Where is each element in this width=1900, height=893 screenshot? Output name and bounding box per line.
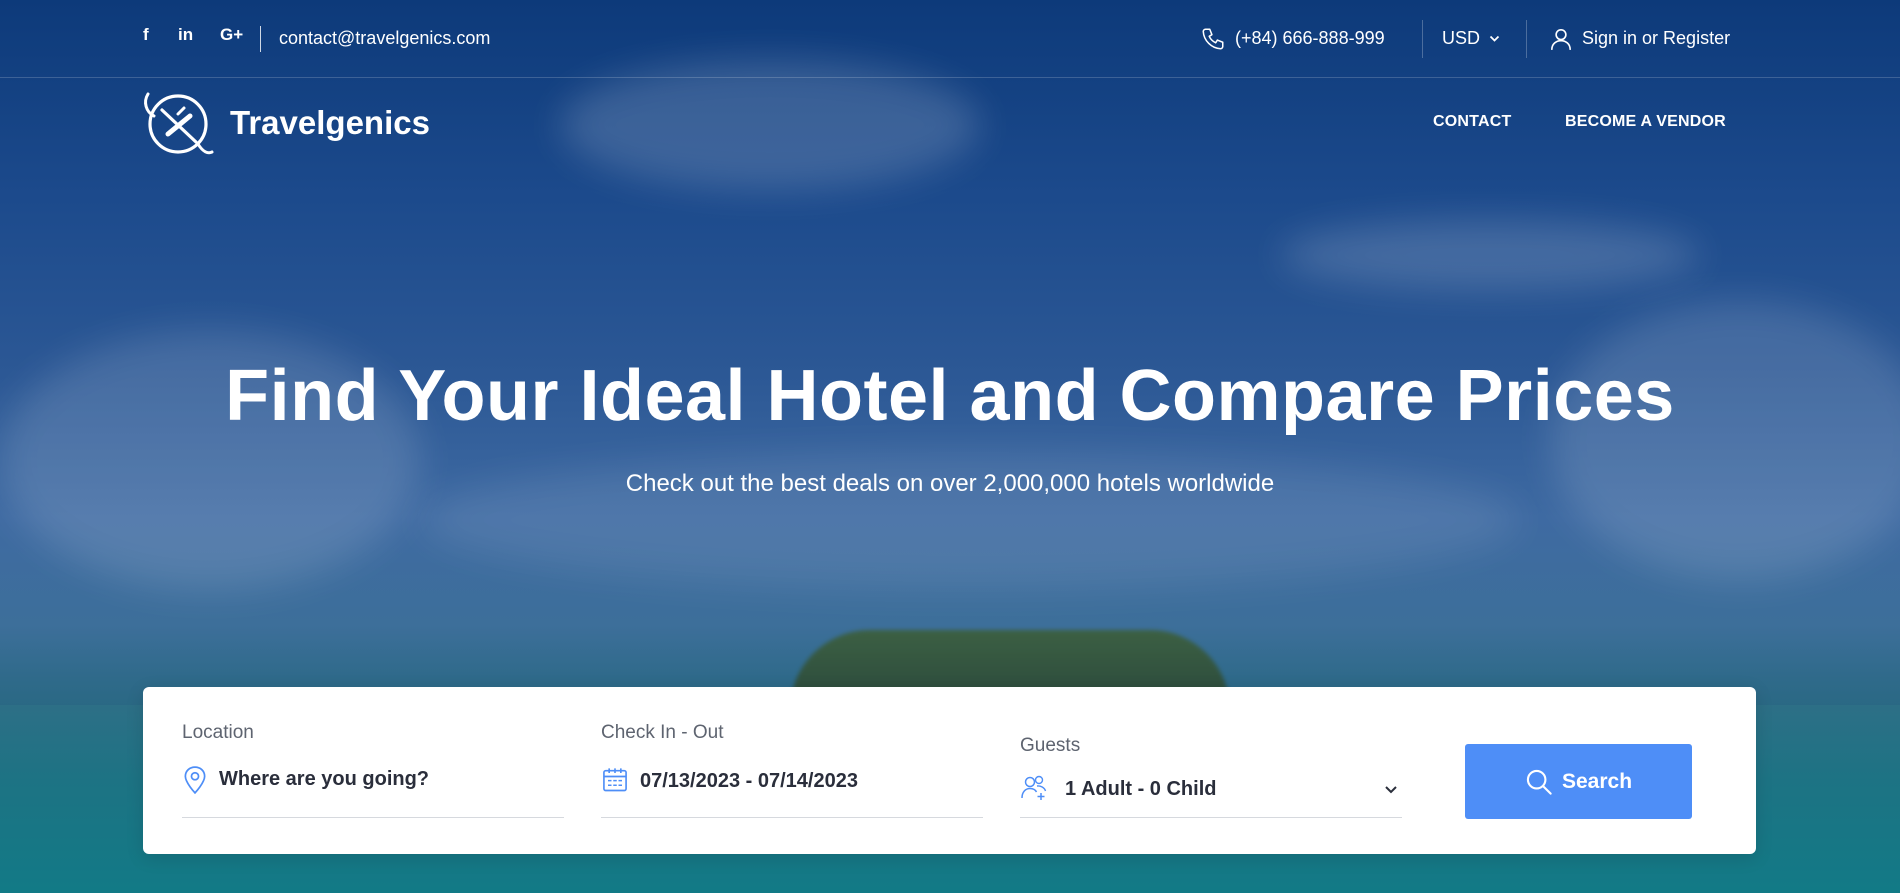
location-label: Location [182, 722, 254, 743]
chevron-down-icon [1489, 35, 1500, 42]
search-icon [1526, 769, 1552, 795]
calendar-icon [603, 768, 627, 792]
contact-email[interactable]: contact@travelgenics.com [279, 28, 490, 49]
cloud [1550, 300, 1900, 580]
search-panel: Location Where are you going? Check In -… [143, 687, 1756, 854]
dates-underline [601, 817, 983, 818]
search-button-label: Search [1562, 770, 1633, 793]
brand-name: Travelgenics [230, 104, 430, 141]
cloud [560, 60, 980, 190]
location-underline [182, 817, 564, 818]
search-button[interactable]: Search [1465, 744, 1692, 819]
guests-label: Guests [1020, 735, 1081, 756]
location-pin-icon [184, 766, 206, 795]
top-bar: f in G+ contact@travelgenics.com (+84) 6… [0, 0, 1900, 78]
divider [260, 26, 261, 52]
currency-value: USD [1442, 28, 1481, 48]
dates-input[interactable]: 07/13/2023 - 07/14/2023 [601, 757, 983, 805]
dates-label: Check In - Out [601, 722, 724, 743]
cloud [1280, 220, 1700, 290]
user-icon [1550, 28, 1572, 50]
sign-in-link[interactable]: Sign in or Register [1582, 28, 1730, 49]
phone-icon [1202, 28, 1224, 50]
guests-select[interactable]: 1 Adult - 0 Child [1020, 767, 1402, 811]
location-placeholder: Where are you going? [219, 768, 430, 790]
linkedin-icon[interactable]: in [178, 25, 193, 45]
location-input[interactable]: Where are you going? [182, 757, 564, 805]
nav-become-vendor[interactable]: BECOME A VENDOR [1565, 113, 1726, 131]
guests-icon [1021, 775, 1047, 800]
phone-number[interactable]: (+84) 666-888-999 [1235, 28, 1385, 49]
divider [1526, 20, 1527, 58]
hero-title: Find Your Ideal Hotel and Compare Prices [225, 356, 1675, 436]
chevron-down-icon [1385, 786, 1397, 794]
divider [1422, 20, 1423, 58]
dates-value: 07/13/2023 - 07/14/2023 [640, 770, 858, 792]
guests-underline [1020, 817, 1402, 818]
facebook-icon[interactable]: f [143, 25, 149, 45]
nav-contact[interactable]: CONTACT [1433, 113, 1511, 131]
currency-selector[interactable]: USD [1442, 0, 1512, 77]
logo-icon [144, 92, 214, 155]
google-plus-icon[interactable]: G+ [220, 25, 243, 45]
guests-value: 1 Adult - 0 Child [1065, 778, 1217, 800]
hero-subtitle: Check out the best deals on over 2,000,0… [625, 470, 1275, 497]
